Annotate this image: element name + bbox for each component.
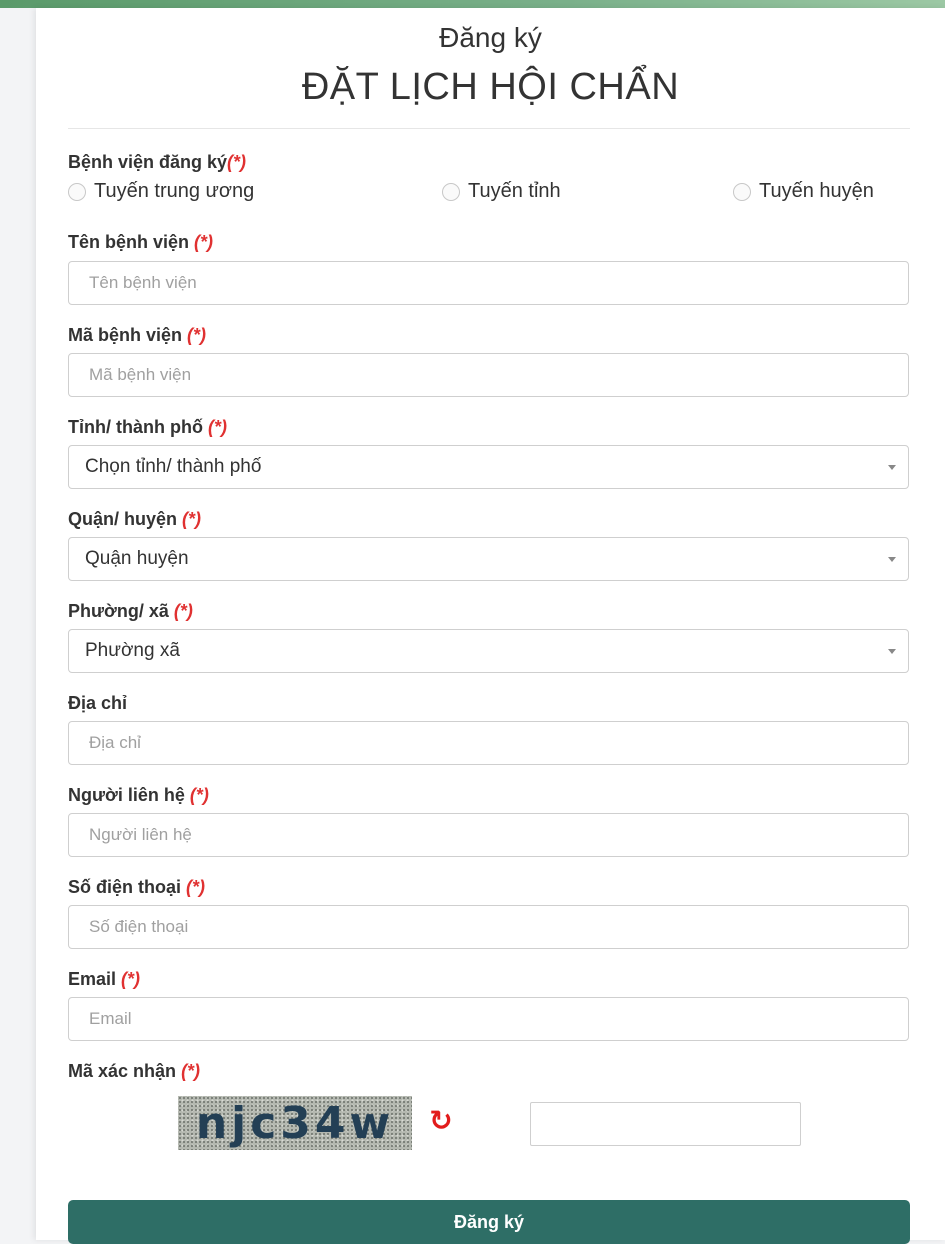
captcha-label: Mã xác nhận (*) (68, 1061, 200, 1082)
required-mark: (*) (182, 509, 202, 529)
page-title: ĐẶT LỊCH HỘI CHẨN (301, 66, 680, 108)
province-selected-value: Chọn tỉnh/ thành phố (85, 456, 262, 477)
ward-selected-value: Phường xã (85, 640, 180, 661)
radio-label-central: Tuyến trung ương (94, 180, 255, 202)
phone-label: Số điện thoại (*) (68, 877, 205, 898)
chevron-down-icon (888, 465, 896, 470)
ward-label: Phường/ xã (*) (68, 601, 193, 622)
refresh-icon[interactable]: ↻ (426, 1106, 456, 1136)
radio-circle-icon[interactable] (68, 182, 86, 201)
hospital-name-input[interactable] (68, 261, 909, 305)
required-mark: (*) (186, 877, 206, 897)
phone-input[interactable] (68, 905, 909, 949)
address-label: Địa chỉ (68, 693, 127, 714)
district-label: Quận/ huyện (*) (68, 509, 201, 530)
radio-circle-icon[interactable] (733, 182, 751, 201)
top-accent-bar (0, 0, 945, 8)
province-label-text: Tỉnh/ thành phố (68, 417, 203, 437)
required-mark: (*) (227, 152, 247, 172)
district-select[interactable]: Quận huyện (68, 537, 909, 581)
required-mark: (*) (121, 969, 141, 989)
province-select[interactable]: Chọn tỉnh/ thành phố (68, 445, 909, 489)
email-input[interactable] (68, 997, 909, 1041)
radio-option-province[interactable]: Tuyến tỉnh (442, 180, 561, 203)
hospital-code-input[interactable] (68, 353, 909, 397)
captcha-input[interactable] (530, 1102, 801, 1146)
required-mark: (*) (189, 785, 209, 805)
address-input[interactable] (68, 721, 909, 765)
address-label-text: Địa chỉ (68, 693, 128, 713)
required-mark: (*) (194, 232, 214, 252)
register-button[interactable]: Đăng ký (68, 1200, 910, 1244)
title-divider (68, 128, 910, 129)
captcha-label-text: Mã xác nhận (68, 1061, 177, 1081)
hospital-code-label-text: Mã bệnh viện (68, 325, 183, 345)
required-mark: (*) (181, 1061, 201, 1081)
hospital-level-label-text: Bệnh viện đăng ký (68, 152, 228, 172)
radio-circle-icon[interactable] (442, 182, 460, 201)
hospital-name-label: Tên bệnh viện (*) (68, 232, 213, 253)
chevron-down-icon (888, 649, 896, 654)
hospital-name-label-text: Tên bệnh viện (68, 232, 190, 252)
radio-label-province: Tuyến tỉnh (468, 180, 561, 202)
contact-label-text: Người liên hệ (68, 785, 185, 805)
phone-label-text: Số điện thoại (68, 877, 182, 897)
required-mark: (*) (173, 601, 193, 621)
radio-option-central[interactable]: Tuyến trung ương (68, 180, 254, 203)
email-label-text: Email (68, 969, 117, 989)
hospital-level-label: Bệnh viện đăng ký(*) (68, 152, 246, 173)
radio-option-district[interactable]: Tuyến huyện (733, 180, 874, 203)
radio-label-district: Tuyến huyện (759, 180, 874, 202)
required-mark: (*) (187, 325, 207, 345)
chevron-down-icon (888, 557, 896, 562)
captcha-image: njc34w (178, 1096, 412, 1150)
district-label-text: Quận/ huyện (68, 509, 178, 529)
contact-label: Người liên hệ (*) (68, 785, 209, 806)
email-label: Email (*) (68, 969, 140, 990)
hospital-code-label: Mã bệnh viện (*) (68, 325, 206, 346)
ward-select[interactable]: Phường xã (68, 629, 909, 673)
required-mark: (*) (207, 417, 227, 437)
registration-form-panel: Đăng ký ĐẶT LỊCH HỘI CHẨN Bệnh viện đăng… (36, 8, 945, 1244)
form-subtitle: Đăng ký (439, 22, 542, 53)
ward-label-text: Phường/ xã (68, 601, 169, 621)
contact-input[interactable] (68, 813, 909, 857)
province-label: Tỉnh/ thành phố (*) (68, 417, 227, 438)
district-selected-value: Quận huyện (85, 548, 189, 569)
